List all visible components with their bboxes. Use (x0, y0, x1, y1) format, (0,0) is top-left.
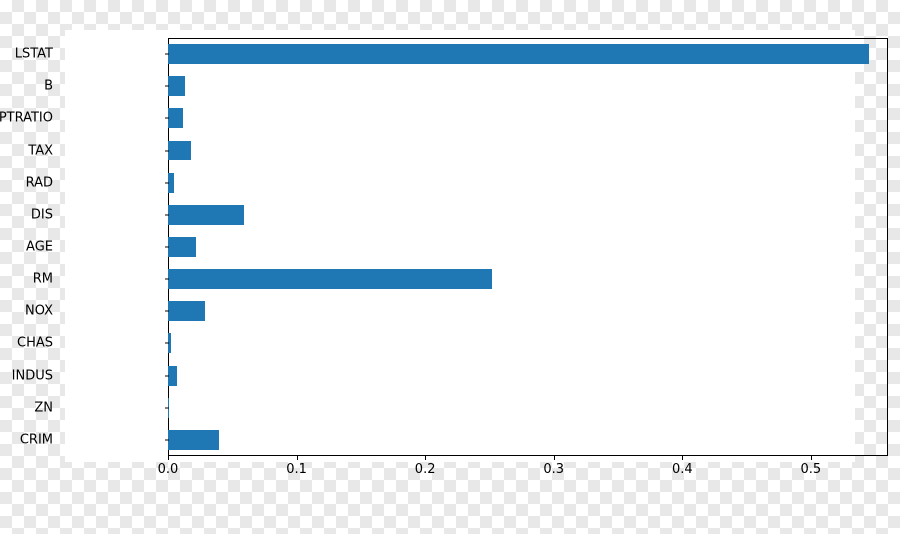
y-tick-label: INDUS (12, 368, 53, 383)
x-tick-label: 0.3 (543, 462, 564, 477)
y-tick-label: TAX (28, 143, 53, 158)
bar-lstat (168, 44, 869, 64)
y-tick-mark (165, 247, 169, 248)
y-tick-mark (165, 86, 169, 87)
bar-ptratio (168, 108, 183, 128)
y-tick-mark (165, 54, 169, 55)
y-tick-label: RM (33, 272, 53, 287)
bar-rm (168, 269, 492, 289)
y-tick-mark (165, 182, 169, 183)
bar-crim (168, 430, 219, 450)
x-tick-mark (554, 456, 555, 460)
y-tick-mark (165, 150, 169, 151)
y-tick-mark (165, 343, 169, 344)
bar-tax (168, 141, 191, 161)
x-tick-mark (425, 456, 426, 460)
x-tick-mark (168, 456, 169, 460)
y-tick-mark (165, 279, 169, 280)
bar-age (168, 237, 196, 257)
x-tick-label: 0.2 (415, 462, 436, 477)
y-tick-label: CRIM (20, 432, 53, 447)
y-tick-mark (165, 407, 169, 408)
bar-nox (168, 301, 205, 321)
x-tick-mark (811, 456, 812, 460)
y-tick-label: AGE (26, 240, 53, 255)
y-tick-mark (165, 311, 169, 312)
y-tick-mark (165, 439, 169, 440)
plot-area (168, 38, 888, 456)
y-tick-mark (165, 118, 169, 119)
y-tick-label: DIS (31, 207, 53, 222)
bar-indus (168, 366, 177, 386)
x-tick-mark (297, 456, 298, 460)
y-tick-mark (165, 214, 169, 215)
y-tick-label: NOX (25, 304, 53, 319)
chart-figure: LSTATBPTRATIOTAXRADDISAGERMNOXCHASINDUSZ… (65, 30, 855, 462)
y-tick-label: B (44, 79, 53, 94)
y-tick-label: ZN (34, 400, 53, 415)
x-tick-label: 0.4 (672, 462, 693, 477)
x-tick-label: 0.1 (286, 462, 307, 477)
y-tick-label: CHAS (17, 336, 53, 351)
bar-b (168, 76, 185, 96)
y-tick-label: PTRATIO (0, 111, 53, 126)
x-tick-label: 0.0 (158, 462, 179, 477)
x-tick-mark (682, 456, 683, 460)
x-tick-label: 0.5 (801, 462, 822, 477)
bar-dis (168, 205, 244, 225)
y-tick-label: RAD (26, 175, 53, 190)
y-tick-mark (165, 375, 169, 376)
y-tick-label: LSTAT (15, 47, 53, 62)
